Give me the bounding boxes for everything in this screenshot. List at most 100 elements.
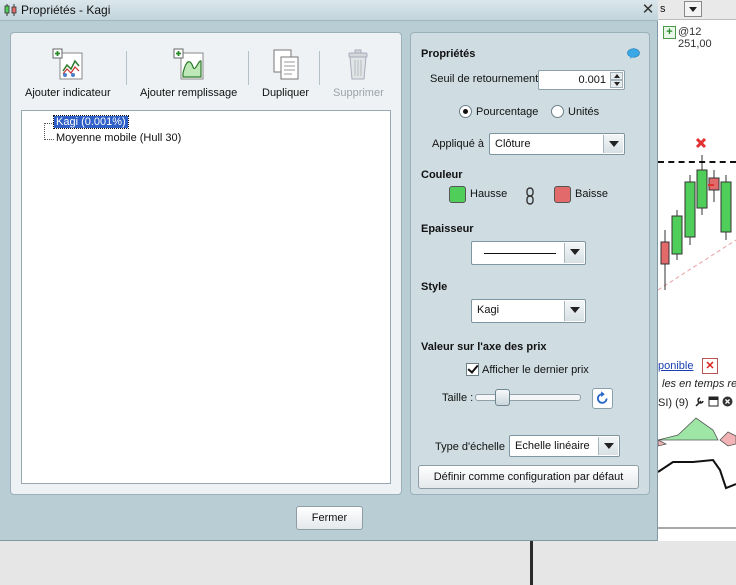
tree-connector xyxy=(44,139,54,140)
close-icon[interactable]: ✕ xyxy=(640,1,656,19)
duplicate-label: Dupliquer xyxy=(262,87,310,99)
stepper-down-icon[interactable] xyxy=(610,80,623,88)
show-last-price-checkbox[interactable] xyxy=(466,363,479,376)
up-color-swatch[interactable] xyxy=(449,186,466,203)
add-fill-button[interactable]: Ajouter remplissage xyxy=(140,47,237,99)
rsi-area-up xyxy=(658,417,719,441)
duplicate-button[interactable]: Dupliquer xyxy=(262,47,309,99)
trend-line xyxy=(658,239,736,291)
tree-item-kagi[interactable]: Kagi (0.001%) xyxy=(53,115,129,129)
toolbar-separator xyxy=(319,51,320,85)
applied-to-value: Clôture xyxy=(495,138,531,150)
add-fill-icon xyxy=(173,48,204,80)
rsi-area-down xyxy=(719,431,736,447)
color-header: Couleur xyxy=(421,169,463,181)
bg-dashed-price-line xyxy=(658,161,736,163)
plus-icon[interactable]: + xyxy=(663,26,676,39)
duplicate-icon xyxy=(273,49,299,80)
tree-item-moving-average[interactable]: Moyenne mobile (Hull 30) xyxy=(54,132,183,144)
bg-dropdown-button[interactable] xyxy=(684,1,702,17)
bg-splitter[interactable] xyxy=(530,541,533,585)
threshold-label: Seuil de retournement xyxy=(430,73,539,85)
down-color-label: Baisse xyxy=(575,188,609,200)
toolbar-separator xyxy=(126,51,127,85)
trash-icon xyxy=(348,49,368,80)
window-icon[interactable] xyxy=(708,396,719,407)
bg-rsi-label: SI) (9) xyxy=(658,396,733,409)
properties-header: Propriétés xyxy=(421,48,476,60)
size-slider-track[interactable] xyxy=(475,394,581,401)
rsi-line xyxy=(658,458,736,490)
properties-dialog: Propriétés - Kagi ✕ Ajouter indicateur A… xyxy=(0,0,658,541)
bg-notice-link[interactable]: ponible xyxy=(658,360,693,372)
wrench-icon[interactable] xyxy=(694,396,705,407)
toolbar-separator xyxy=(248,51,249,85)
line-thickness-preview xyxy=(484,253,556,254)
stepper-up-icon[interactable] xyxy=(610,72,623,80)
price-axis-header: Valeur sur l'axe des prix xyxy=(421,341,547,353)
scale-type-select[interactable]: Echelle linéaire xyxy=(509,435,620,457)
candle-up xyxy=(684,181,696,238)
percent-radio[interactable] xyxy=(459,105,472,118)
candle-up xyxy=(720,181,732,233)
bg-price-text: @12 251,00 xyxy=(678,26,712,50)
bg-rsi-text: SI) (9) xyxy=(658,397,689,409)
delete-label: Supprimer xyxy=(333,87,384,99)
add-indicator-icon xyxy=(52,48,83,80)
bg-rsi-chart xyxy=(658,417,736,529)
bg-candlestick-chart xyxy=(658,137,736,291)
show-last-price-label: Afficher le dernier prix xyxy=(482,364,589,376)
thickness-select[interactable] xyxy=(471,241,586,265)
indicator-tree: Kagi (0.001%) Moyenne mobile (Hull 30) xyxy=(21,110,391,484)
bg-top-toolbar: s xyxy=(658,0,736,20)
bg-price-bar: + @12 251,00 xyxy=(658,22,736,50)
indicator-list-panel: Ajouter indicateur Ajouter remplissage D… xyxy=(10,32,402,495)
properties-panel: Propriétés Seuil de retournement 0.001 P… xyxy=(410,32,650,495)
close-dialog-button[interactable]: Fermer xyxy=(296,506,363,530)
scale-type-value: Echelle linéaire xyxy=(515,440,590,452)
candle-up xyxy=(696,169,708,209)
bg-bottom-band xyxy=(0,541,736,585)
bg-selector-text: s xyxy=(660,3,666,15)
tree-connector xyxy=(44,123,45,140)
size-label: Taille : xyxy=(442,392,474,404)
size-slider-thumb[interactable] xyxy=(495,389,511,406)
add-fill-label: Ajouter remplissage xyxy=(140,87,238,99)
bg-realtime-text: les en temps re xyxy=(662,378,736,390)
tree-connector xyxy=(44,123,54,124)
link-chain-icon[interactable] xyxy=(525,187,535,205)
chevron-down-icon xyxy=(564,243,584,263)
units-label: Unités xyxy=(568,106,600,118)
app-candlestick-icon xyxy=(4,4,17,16)
red-x-marker-icon xyxy=(695,137,707,149)
title-bar[interactable]: Propriétés - Kagi ✕ xyxy=(0,0,658,21)
chevron-down-icon xyxy=(564,301,584,321)
set-default-button[interactable]: Définir comme configuration par défaut xyxy=(418,465,639,489)
rsi-area-down xyxy=(658,439,668,447)
candle-down xyxy=(660,241,670,265)
window-title: Propriétés - Kagi xyxy=(21,3,111,17)
units-radio[interactable] xyxy=(551,105,564,118)
scale-type-label: Type d'échelle xyxy=(435,441,505,453)
thickness-header: Epaisseur xyxy=(421,223,474,235)
candle-up xyxy=(671,215,683,255)
up-color-label: Hausse xyxy=(470,188,508,200)
chevron-down-icon xyxy=(598,437,618,455)
applied-to-select[interactable]: Clôture xyxy=(489,133,625,155)
delete-button[interactable]: Supprimer xyxy=(333,47,384,99)
stepper-buttons xyxy=(610,72,623,88)
percent-label: Pourcentage xyxy=(476,106,539,118)
close-circle-icon[interactable] xyxy=(722,396,733,407)
style-select[interactable]: Kagi xyxy=(471,299,586,323)
add-indicator-button[interactable]: Ajouter indicateur xyxy=(25,47,111,99)
reset-icon[interactable] xyxy=(592,388,613,409)
chevron-down-icon xyxy=(603,135,623,153)
close-icon[interactable]: ✕ xyxy=(702,358,718,374)
add-indicator-label: Ajouter indicateur xyxy=(25,87,111,99)
help-bubble-icon[interactable] xyxy=(627,48,640,59)
bg-notice: ponible ✕ xyxy=(658,358,736,376)
threshold-value: 0.001 xyxy=(578,74,606,86)
threshold-stepper[interactable]: 0.001 xyxy=(538,70,625,90)
style-value: Kagi xyxy=(477,304,500,316)
down-color-swatch[interactable] xyxy=(554,186,571,203)
